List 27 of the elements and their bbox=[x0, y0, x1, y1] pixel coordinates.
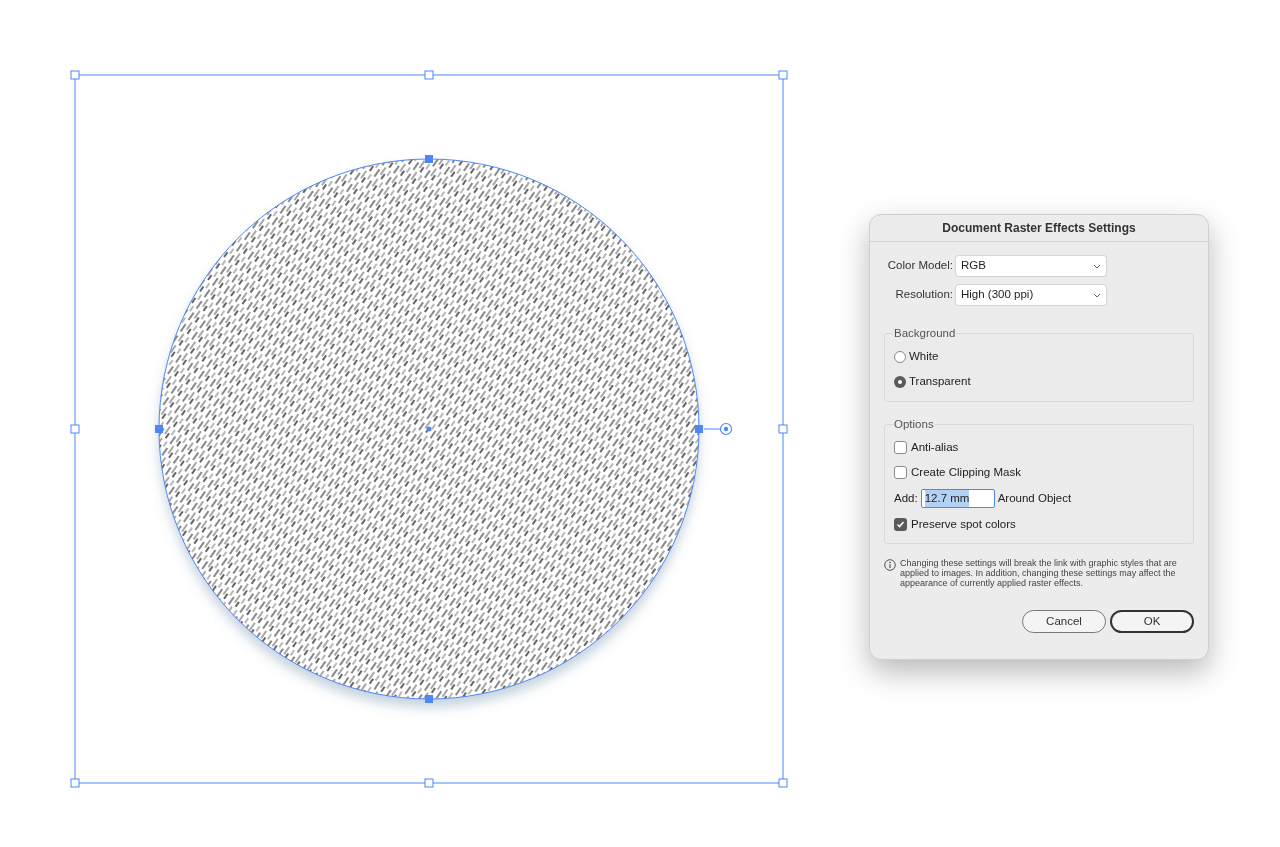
selection-frame[interactable] bbox=[70, 70, 788, 788]
radio-button[interactable] bbox=[894, 350, 906, 363]
checkbox-label: Create Clipping Mask bbox=[911, 464, 1021, 480]
field-suffix: Around Object bbox=[997, 490, 1072, 506]
dropdown[interactable]: High (300 ppi) bbox=[956, 285, 1106, 305]
input-field[interactable]: 12.7 mm bbox=[920, 489, 995, 508]
chevron-icon bbox=[1093, 292, 1101, 298]
info-icon bbox=[884, 559, 896, 572]
checkbox[interactable] bbox=[894, 440, 907, 454]
checkbox-label: Anti-alias bbox=[911, 439, 959, 455]
field-label: Resolution: bbox=[894, 287, 954, 303]
dialog-button[interactable]: Cancel bbox=[1022, 610, 1106, 634]
field-label: Add: bbox=[894, 490, 918, 506]
checkbox[interactable] bbox=[894, 465, 907, 479]
dialog-title: Document Raster Effects Settings bbox=[870, 215, 1208, 242]
field-label: Color Model: bbox=[886, 258, 954, 274]
checkbox[interactable] bbox=[894, 518, 907, 532]
checkmark-icon bbox=[896, 520, 905, 530]
dialog-button[interactable]: OK bbox=[1110, 610, 1194, 634]
info-note: Changing these settings will break the link with graphic styles that are applied to images. In addition, changing these settings may affect the appearance of currently applied raster effects. bbox=[900, 558, 1178, 589]
dropdown[interactable]: RGB bbox=[956, 256, 1106, 276]
radio-button[interactable] bbox=[894, 375, 906, 388]
radio-label: White bbox=[909, 349, 939, 364]
radio-label: Transparent bbox=[909, 374, 971, 390]
checkbox-label: Preserve spot colors bbox=[911, 517, 1016, 532]
chevron-icon bbox=[1093, 263, 1101, 269]
corner-widget-handle[interactable] bbox=[703, 422, 733, 436]
